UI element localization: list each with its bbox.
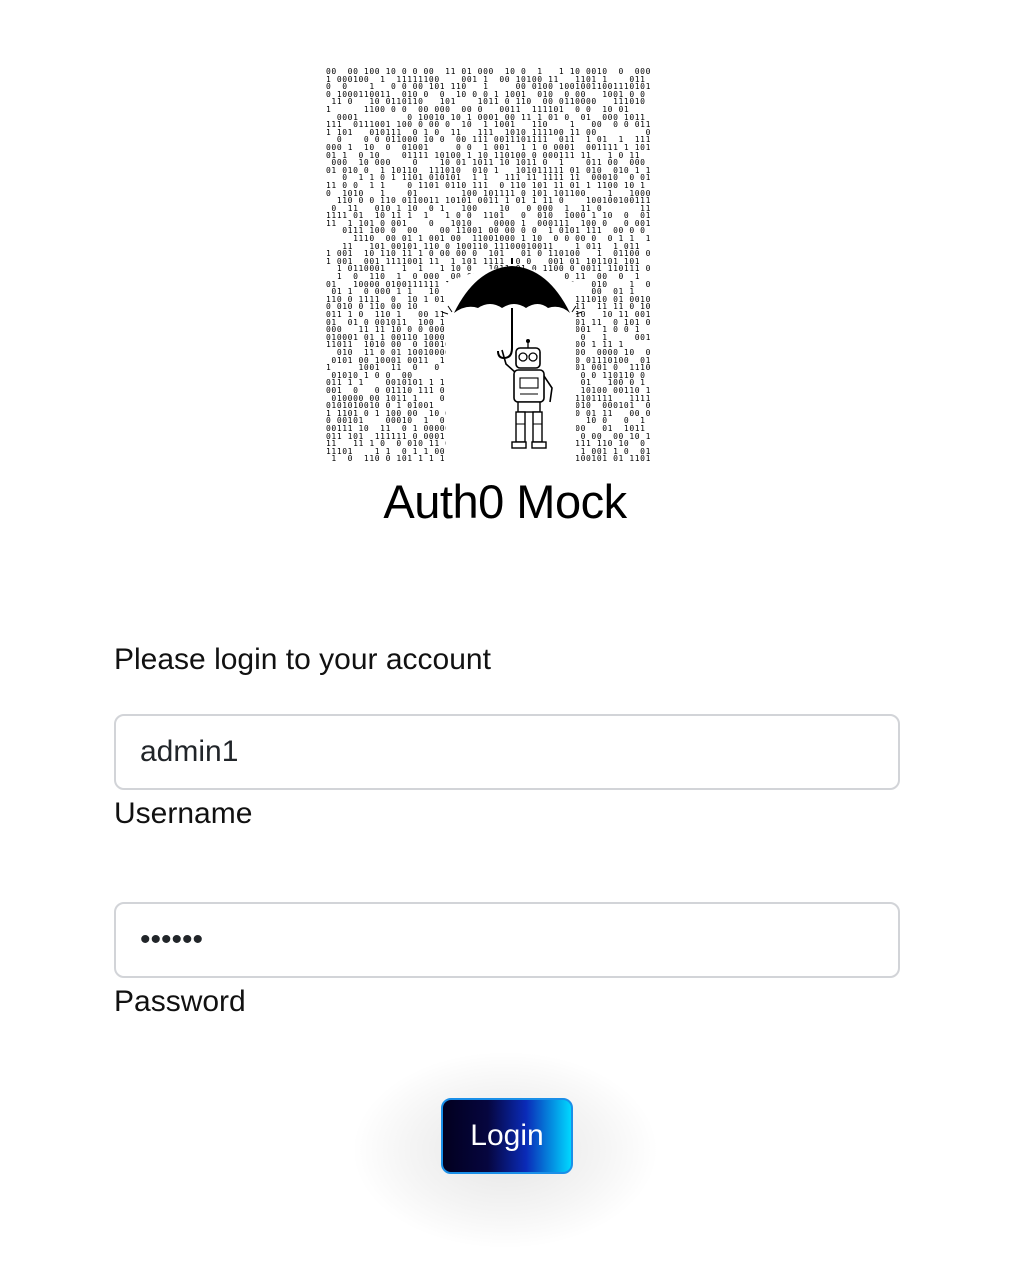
password-input[interactable]: [114, 902, 900, 978]
password-field-group: Password: [114, 902, 900, 1022]
username-input[interactable]: [114, 714, 900, 790]
logo: 00 00 100 10 0 0 00 11 01 000 10 0 1 1 1…: [326, 68, 688, 464]
login-prompt: Please login to your account: [114, 643, 491, 676]
username-label: Username: [114, 797, 253, 830]
login-form: Please login to your account Username Pa…: [114, 640, 900, 1018]
username-field-group: Username: [114, 714, 900, 834]
password-label: Password: [114, 985, 246, 1018]
robot-umbrella-icon: [441, 258, 583, 464]
login-button[interactable]: Login: [441, 1098, 573, 1174]
login-page: 00 00 100 10 0 0 00 11 01 000 10 0 1 1 1…: [0, 0, 1010, 1286]
app-title: Auth0 Mock: [383, 475, 627, 528]
